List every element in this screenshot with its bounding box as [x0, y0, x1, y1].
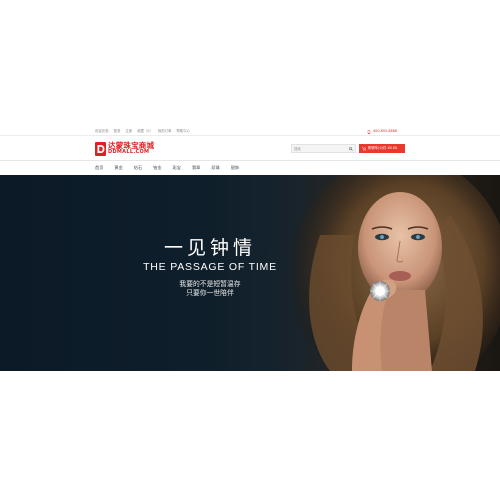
- topbar-link-welcome: 欢迎光临: [95, 129, 109, 133]
- topbar-link-login[interactable]: 登录: [114, 129, 121, 134]
- search-button[interactable]: [348, 146, 354, 151]
- search-box: [291, 144, 356, 153]
- search-input[interactable]: [294, 145, 344, 152]
- nav-item-platinum[interactable]: 铂金: [153, 165, 161, 171]
- topbar-link-favorites[interactable]: 收藏（0）: [137, 129, 153, 134]
- hero-banner[interactable]: 一见钟情 THE PASSAGE OF TIME 我要的不是短暂温存 只要你一世…: [0, 175, 500, 371]
- nav-item-home[interactable]: 首页: [95, 165, 103, 171]
- cart-button[interactable]: 购物车(0)件 ¥0.00: [359, 144, 405, 153]
- logo-text: 达蒙珠宝商城 DDMALL.COM: [108, 142, 154, 155]
- main-nav: 首页 黄金 钻石 铂金 彩宝 翡翠 珍珠 银饰: [0, 161, 500, 175]
- hero-title: 一见钟情: [163, 237, 256, 259]
- topbar-link-register[interactable]: 注册: [125, 129, 132, 134]
- topbar-links: 欢迎光临 登录 注册 收藏（0） 我的订单 帮助中心: [95, 129, 190, 134]
- nav-item-colored-gem[interactable]: 彩宝: [173, 165, 181, 171]
- top-utility-bar: 欢迎光临 登录 注册 收藏（0） 我的订单 帮助中心 400-655-8888: [0, 127, 500, 136]
- hero-text-block: 一见钟情 THE PASSAGE OF TIME 我要的不是短暂温存 只要你一世…: [110, 236, 310, 298]
- topbar-link-help[interactable]: 帮助中心: [176, 129, 190, 134]
- nav-item-gold[interactable]: 黄金: [114, 165, 122, 171]
- hotline-number: 400-655-8888: [373, 129, 398, 133]
- hero-slogan-line-1: 我要的不是短暂温存: [179, 280, 241, 288]
- nav-items: 首页 黄金 钻石 铂金 彩宝 翡翠 珍珠 银饰: [95, 165, 239, 171]
- site-header: 达蒙珠宝商城 DDMALL.COM 购物车(0)件 ¥0.00: [0, 136, 500, 161]
- search-icon: [349, 146, 353, 151]
- nav-item-silver[interactable]: 银饰: [231, 165, 239, 171]
- logo-mark-icon: [95, 141, 106, 156]
- hotline: 400-655-8888: [367, 129, 397, 134]
- page: 欢迎光临 登录 注册 收藏（0） 我的订单 帮助中心 400-655-8888 …: [0, 0, 500, 500]
- hero-subtitle: THE PASSAGE OF TIME: [143, 261, 277, 273]
- site-logo[interactable]: 达蒙珠宝商城 DDMALL.COM: [95, 141, 154, 156]
- nav-item-pearl[interactable]: 珍珠: [211, 165, 219, 171]
- nav-item-jade[interactable]: 翡翠: [192, 165, 200, 171]
- hero-slogan-line-2: 只要你一世陪伴: [186, 289, 234, 297]
- cart-icon: [362, 146, 366, 151]
- cart-label: 购物车(0)件 ¥0.00: [368, 146, 398, 150]
- logo-domain: DDMALL.COM: [108, 149, 150, 155]
- phone-icon: [367, 129, 371, 134]
- nav-item-diamond[interactable]: 钻石: [134, 165, 142, 171]
- topbar-link-orders[interactable]: 我的订单: [158, 129, 172, 134]
